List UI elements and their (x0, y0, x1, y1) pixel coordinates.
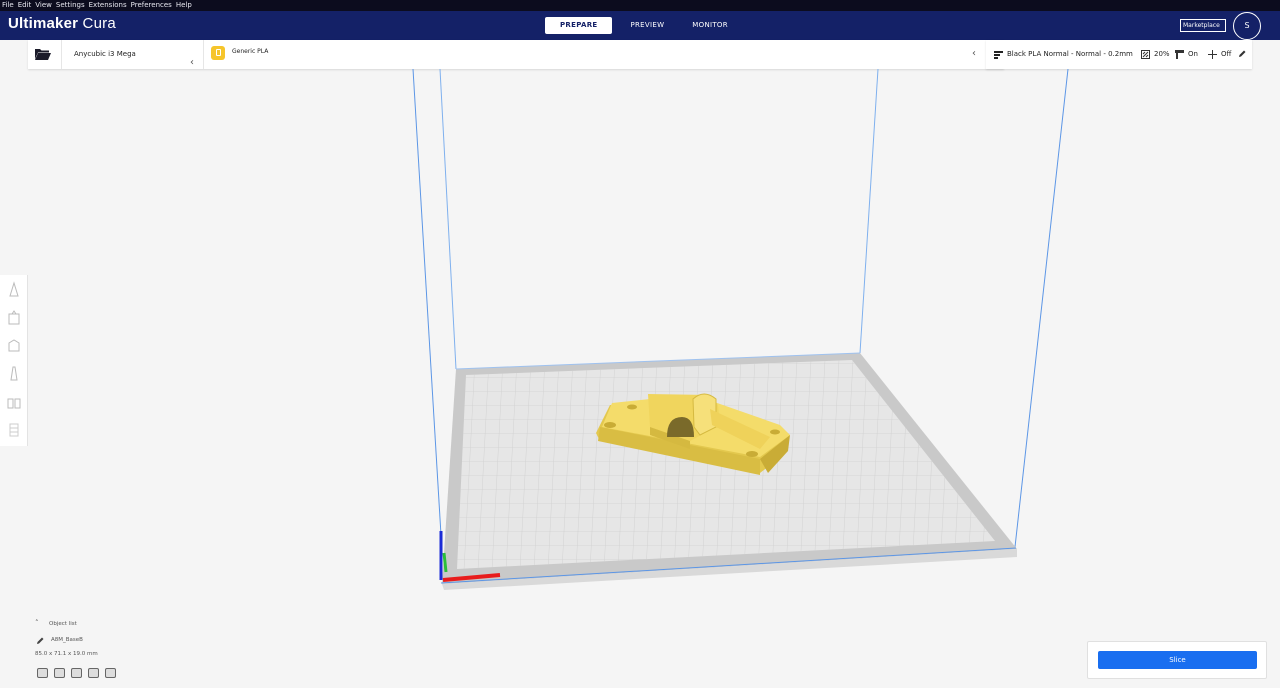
view-orientation-buttons (37, 668, 122, 678)
tab-monitor[interactable]: MONITOR (682, 17, 738, 34)
3d-viewport[interactable] (0, 68, 1280, 688)
adhesion-value: Off (1221, 50, 1232, 58)
scale-tool-button[interactable] (4, 307, 24, 329)
per-model-settings-icon (7, 398, 21, 409)
move-icon (9, 281, 19, 297)
tab-preview[interactable]: PREVIEW (620, 17, 674, 34)
rotate-icon (8, 339, 20, 352)
y-axis (442, 552, 448, 573)
marketplace-button[interactable]: Marketplace (1180, 19, 1226, 32)
profile-icon (994, 51, 1003, 59)
chevron-left-icon[interactable]: ‹ (972, 48, 976, 59)
per-model-settings-button[interactable] (4, 391, 24, 413)
spool-icon (211, 46, 225, 60)
view-left-icon[interactable] (88, 668, 99, 678)
mirror-tool-button[interactable] (4, 363, 24, 385)
build-volume-scene (412, 68, 1069, 590)
infill-icon (1141, 50, 1150, 59)
menu-preferences[interactable]: Preferences (131, 0, 172, 11)
stage-tabs: PREPARE PREVIEW MONITOR (545, 17, 746, 34)
build-volume-edge (859, 68, 879, 354)
build-volume-edge (439, 68, 457, 370)
support-blocker-button[interactable] (4, 419, 24, 441)
account-avatar[interactable]: S (1233, 12, 1261, 40)
build-volume-edge (412, 68, 442, 536)
tab-prepare[interactable]: PREPARE (545, 17, 613, 34)
printer-selector[interactable]: Anycubic i3 Mega ‹ (62, 40, 204, 69)
menu-extensions[interactable]: Extensions (89, 0, 127, 11)
infill-value: 20% (1154, 50, 1170, 58)
menu-file[interactable]: File (2, 0, 14, 11)
view-3d-icon[interactable] (37, 668, 48, 678)
menu-settings[interactable]: Settings (56, 0, 85, 11)
folder-open-icon (35, 49, 51, 60)
support-blocker-icon (9, 423, 19, 437)
menu-help[interactable]: Help (176, 0, 192, 11)
view-top-icon[interactable] (71, 668, 82, 678)
object-name: A8M_BaseB (51, 637, 83, 643)
scale-icon (8, 310, 20, 325)
support-icon (1175, 50, 1184, 59)
adhesion-icon (1208, 50, 1217, 59)
menu-view[interactable]: View (35, 0, 52, 11)
support-value: On (1188, 50, 1198, 58)
object-list-toggle[interactable]: Object list (49, 621, 77, 627)
printer-name: Anycubic i3 Mega (74, 50, 136, 58)
menu-edit[interactable]: Edit (18, 0, 32, 11)
object-list-panel: ˄ Object list A8M_BaseB 85.0 x 71.1 x 19… (30, 616, 230, 686)
slice-button[interactable]: Slice (1098, 651, 1257, 669)
build-volume-edge (1014, 68, 1069, 548)
brand-light: Cura (82, 15, 116, 32)
move-tool-button[interactable] (4, 279, 24, 301)
pencil-icon[interactable] (36, 637, 44, 645)
app-header: Ultimaker Cura PREPARE PREVIEW MONITOR M… (0, 11, 1280, 40)
brand-bold: Ultimaker (8, 15, 79, 32)
profile-label: Black PLA Normal - Normal - 0.2mm (1007, 50, 1133, 58)
tool-column (0, 275, 28, 446)
material-selector[interactable]: Generic PLA ‹ (204, 40, 1004, 69)
material-name: Generic PLA (232, 48, 269, 55)
printer-toolbar: Anycubic i3 Mega ‹ Generic PLA ‹ (28, 40, 1004, 69)
object-dimensions: 85.0 x 71.1 x 19.0 mm (35, 651, 98, 657)
menu-bar: File Edit View Settings Extensions Prefe… (0, 0, 1280, 11)
rotate-tool-button[interactable] (4, 335, 24, 357)
print-settings-toolbar[interactable]: Black PLA Normal - Normal - 0.2mm 20% On… (986, 40, 1252, 69)
view-right-icon[interactable] (105, 668, 116, 678)
view-front-icon[interactable] (54, 668, 65, 678)
app-logo: Ultimaker Cura (8, 15, 116, 32)
action-panel: Slice (1087, 641, 1267, 679)
pencil-icon[interactable] (1238, 50, 1246, 58)
chevron-up-icon[interactable]: ˄ (35, 619, 39, 627)
mirror-icon (10, 366, 18, 381)
open-file-button[interactable] (28, 40, 62, 69)
